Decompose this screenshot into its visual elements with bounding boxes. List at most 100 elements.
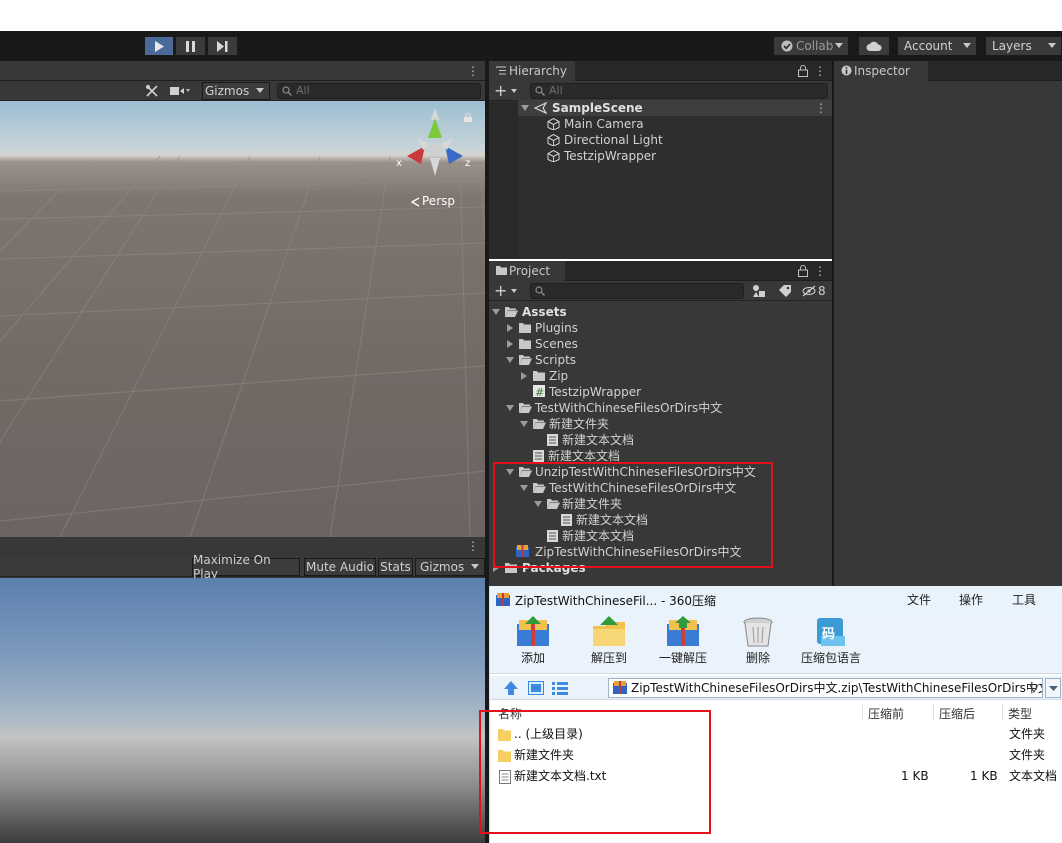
col-type-header[interactable]: 类型 (1008, 705, 1032, 722)
play-button[interactable] (144, 36, 174, 56)
zip-titlebar: ZipTestWithChineseFil... - 360压缩 文件 操作 工… (490, 586, 1062, 614)
folder-icon (498, 750, 511, 762)
add-button[interactable]: 添加 (498, 616, 568, 674)
collab-dropdown[interactable]: Collab (773, 36, 849, 56)
scene-expand-icon[interactable] (521, 105, 529, 111)
expand-icon[interactable] (520, 485, 528, 491)
tree-row-assets[interactable]: Assets (489, 304, 832, 320)
scene-more-icon[interactable]: ⋮ (467, 63, 479, 79)
expand-icon[interactable] (506, 469, 514, 475)
filter-by-label-icon[interactable] (779, 285, 791, 297)
scene-viewport[interactable]: x z Persp (0, 101, 485, 537)
tree-label: 新建文本文档 (576, 513, 649, 527)
pause-icon (186, 40, 195, 52)
tree-label: Assets (522, 305, 567, 319)
tree-label: TestWithChineseFilesOrDirs中文 (535, 401, 723, 415)
path-dropdown-button[interactable] (1045, 678, 1061, 698)
game-more-icon[interactable]: ⋮ (467, 538, 479, 554)
collab-label: Collab (796, 39, 834, 53)
file-row[interactable]: .. (上级目录) 文件夹 (490, 724, 1062, 745)
info-icon (841, 65, 852, 76)
pause-button[interactable] (175, 36, 206, 56)
scene-search-placeholder: All (296, 84, 310, 97)
cloud-button[interactable] (858, 36, 890, 56)
project-lock-icon[interactable] (798, 265, 808, 277)
cloud-icon (866, 41, 882, 51)
expand-icon[interactable] (521, 372, 527, 380)
svg-text:#: # (535, 386, 544, 397)
game-viewport[interactable] (0, 578, 485, 843)
file-row[interactable]: 新建文件夹 文件夹 (490, 745, 1062, 766)
one-click-extract-button[interactable]: 一键解压 (648, 616, 718, 674)
file-row[interactable]: 新建文本文档.txt 1 KB 1 KB 文本文档 (490, 766, 1062, 787)
hidden-packages-count: 8 (818, 284, 826, 298)
tab-hierarchy[interactable]: Hierarchy (489, 61, 576, 81)
layers-dropdown[interactable]: Layers (985, 36, 1062, 56)
stats-toggle[interactable]: Stats (378, 558, 413, 576)
zip-path-field[interactable]: ZipTestWithChineseFilesOrDirs中文.zip\Test… (608, 678, 1043, 698)
text-file-icon (499, 770, 511, 784)
search-icon (282, 86, 292, 96)
folder-open-icon (519, 403, 532, 413)
expand-icon[interactable] (493, 564, 499, 572)
filter-by-type-icon[interactable] (752, 284, 766, 298)
col-before-header[interactable]: 压缩前 (868, 705, 904, 722)
col-after-header[interactable]: 压缩后 (939, 705, 975, 722)
tools-icon[interactable] (145, 84, 159, 98)
game-gizmos-chevron-icon (471, 564, 479, 569)
col-name-header[interactable]: 名称 (498, 705, 522, 722)
scene-search-input[interactable]: All (277, 83, 481, 99)
scene-gizmos-dropdown[interactable]: Gizmos (202, 82, 270, 100)
file-type: 文件夹 (1009, 727, 1046, 741)
hierarchy-create-dropdown[interactable]: + (494, 83, 522, 99)
project-create-dropdown[interactable]: + (494, 283, 522, 299)
trash-icon (743, 617, 773, 647)
text-asset-icon (547, 530, 558, 542)
persp-label[interactable]: Persp (422, 194, 455, 208)
delete-button[interactable]: 删除 (723, 616, 793, 674)
list-view-icon[interactable] (552, 681, 568, 695)
tab-inspector[interactable]: Inspector (834, 61, 928, 81)
expand-icon[interactable] (534, 501, 542, 507)
extract-to-button[interactable]: 解压到 (574, 616, 644, 674)
account-dropdown[interactable]: Account (897, 36, 977, 56)
up-arrow-icon[interactable] (503, 680, 519, 696)
maximize-on-play-toggle[interactable]: Maximize On Play (192, 553, 300, 578)
game-gizmos-dropdown[interactable]: Gizmos (415, 558, 485, 576)
tab-project[interactable]: Project (489, 261, 565, 281)
camera-icon[interactable] (170, 85, 190, 97)
scene-row[interactable]: SampleScene ⋮ (518, 100, 832, 116)
gizmo-lock-icon[interactable] (464, 113, 472, 122)
scene-row-more-icon[interactable]: ⋮ (815, 100, 827, 116)
menu-tools[interactable]: 工具 (1012, 591, 1036, 608)
hierarchy-more-icon[interactable]: ⋮ (814, 63, 826, 79)
hierarchy-lock-icon[interactable] (798, 65, 808, 77)
expand-icon[interactable] (507, 340, 513, 348)
thumbnail-view-icon[interactable] (528, 681, 544, 695)
mute-audio-toggle[interactable]: Mute Audio (304, 558, 376, 576)
hidden-packages-icon[interactable] (802, 285, 816, 297)
project-more-icon[interactable]: ⋮ (814, 263, 826, 279)
encoding-glyph: 码 (822, 627, 836, 642)
tree-label: Scenes (535, 337, 578, 351)
archive-language-button[interactable]: 码 压缩包语言 (798, 616, 864, 674)
text-asset-icon (533, 450, 544, 462)
hierarchy-search-input[interactable]: All (530, 83, 828, 99)
expand-icon[interactable] (506, 357, 514, 363)
menu-file[interactable]: 文件 (907, 591, 931, 608)
step-button[interactable] (207, 36, 238, 56)
tree-label: Packages (522, 561, 586, 575)
expand-icon[interactable] (520, 421, 528, 427)
expand-icon[interactable] (506, 405, 514, 411)
menu-operations[interactable]: 操作 (959, 591, 983, 608)
project-tree: Assets Plugins Scenes Scripts Zip # Test… (489, 304, 832, 576)
zip-address-bar: ZipTestWithChineseFilesOrDirs中文.zip\Test… (490, 676, 1062, 700)
folder-open-icon (547, 499, 560, 509)
hierarchy-item-label: TestzipWrapper (564, 149, 657, 163)
collab-check-icon (781, 40, 793, 52)
search-icon (535, 86, 545, 96)
orientation-gizmo-icon[interactable] (395, 106, 475, 186)
expand-icon[interactable] (507, 324, 513, 332)
expand-icon[interactable] (492, 309, 500, 315)
project-search-input[interactable] (530, 283, 744, 299)
